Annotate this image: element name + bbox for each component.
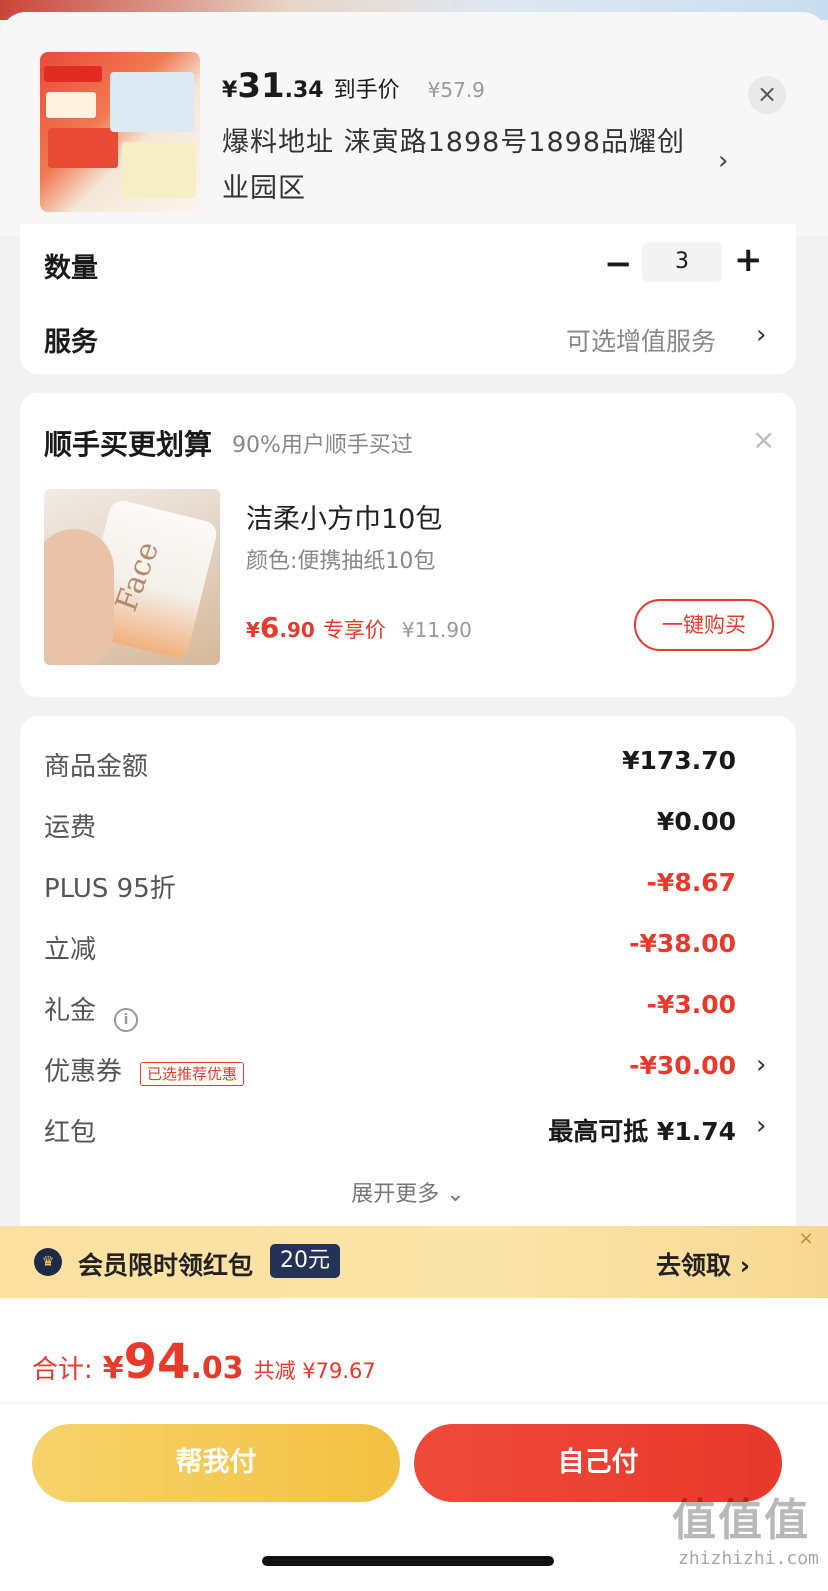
original-price: ¥57.9 — [427, 78, 485, 102]
banner-close-icon[interactable]: × — [792, 1228, 820, 1252]
addon-price-tag: 专享价 — [322, 618, 386, 642]
watermark-url: zhizhizhi.com — [678, 1548, 819, 1569]
banner-text: 会员限时领红包 — [78, 1251, 254, 1280]
addon-product-name[interactable]: 洁柔小方巾10包 — [246, 497, 442, 536]
crown-icon: ♛ — [34, 1248, 62, 1276]
coupon-recommended-badge: 已选推荐优惠 — [140, 1062, 245, 1086]
addon-subtitle: 90%用户顺手买过 — [232, 433, 413, 458]
addon-original-price: ¥11.90 — [401, 618, 472, 642]
addon-price: ¥ 6 .90 专享价 ¥11.90 — [246, 611, 472, 644]
divider — [0, 1402, 828, 1403]
gift-money-value: -¥3.00 — [646, 990, 736, 1019]
one-click-buy-button[interactable]: 一键购买 — [634, 599, 774, 651]
member-redpacket-banner[interactable]: ♛ 会员限时领红包 20元 去领取 › × — [0, 1226, 828, 1298]
coupon-chevron-icon[interactable]: › — [756, 1050, 766, 1080]
total-saving[interactable]: 共减 ¥79.67 — [254, 1355, 376, 1385]
quantity-service-card: 数量 − 3 + 服务 可选增值服务 › — [20, 224, 796, 374]
price-integer: 31 — [237, 66, 285, 106]
goods-amount-label: 商品金额 — [44, 752, 149, 782]
expand-more-button[interactable]: 展开更多 ⌄ — [20, 1176, 796, 1208]
delivery-address[interactable]: 爆料地址 涞寅路1898号1898品耀创业园区 — [222, 120, 702, 212]
checkout-footer: 合计: ¥ 94 .03 共减 ¥79.67 帮我付 自己付 值值值 zhizh… — [0, 1298, 828, 1591]
addon-card: 顺手买更划算 90%用户顺手买过 × Face 洁柔小方巾10包 颜色:便携抽纸… — [20, 393, 796, 697]
banner-amount-badge: 20元 — [270, 1244, 340, 1278]
addon-price-currency: ¥ — [246, 618, 260, 642]
plus-discount-label: PLUS 95折 — [44, 874, 176, 904]
help-me-pay-button[interactable]: 帮我付 — [32, 1424, 400, 1502]
quantity-input[interactable]: 3 — [642, 242, 722, 282]
addon-title: 顺手买更划算 — [44, 428, 213, 461]
instant-discount-value: -¥38.00 — [629, 929, 736, 958]
order-total: 合计: ¥ 94 .03 共减 ¥79.67 — [32, 1334, 376, 1390]
service-label: 服务 — [44, 327, 98, 358]
claim-button[interactable]: 去领取 › — [656, 1246, 750, 1282]
instant-discount-label: 立减 — [44, 935, 97, 965]
service-chevron-icon[interactable]: › — [756, 320, 766, 350]
total-label: 合计: — [32, 1355, 93, 1385]
shipping-label: 运费 — [44, 813, 97, 843]
quantity-plus-button[interactable]: + — [734, 240, 763, 280]
final-price: ¥ 31 .34 到手价 ¥57.9 — [222, 66, 485, 106]
home-indicator[interactable] — [262, 1556, 554, 1566]
close-icon[interactable]: × — [748, 76, 786, 114]
red-packet-chevron-icon[interactable]: › — [756, 1111, 766, 1141]
gift-money-label: 礼金 — [44, 996, 97, 1026]
product-header: ¥ 31 .34 到手价 ¥57.9 爆料地址 涞寅路1898号1898品耀创业… — [0, 12, 828, 236]
red-packet-label: 红包 — [44, 1118, 97, 1148]
price-currency: ¥ — [222, 78, 238, 103]
quantity-label: 数量 — [44, 253, 98, 284]
goods-amount-value: ¥173.70 — [622, 746, 736, 775]
price-label: 到手价 — [333, 78, 400, 103]
addon-close-icon[interactable]: × — [752, 423, 775, 456]
addon-price-decimal: .90 — [279, 618, 315, 642]
product-thumbnail[interactable] — [40, 52, 200, 212]
shipping-value: ¥0.00 — [656, 807, 736, 836]
total-integer: 94 — [123, 1334, 191, 1390]
coupon-label: 优惠券 — [44, 1057, 123, 1087]
coupon-value[interactable]: -¥30.00 — [629, 1051, 736, 1080]
quantity-minus-button[interactable]: − — [604, 244, 633, 284]
plus-discount-value: -¥8.67 — [646, 868, 736, 897]
total-decimal: .03 — [190, 1351, 244, 1386]
addon-product-image[interactable]: Face — [44, 489, 220, 665]
red-packet-value[interactable]: 最高可抵 ¥1.74 — [548, 1112, 736, 1148]
order-sheet: ¥ 31 .34 到手价 ¥57.9 爆料地址 涞寅路1898号1898品耀创业… — [0, 12, 828, 1591]
service-value[interactable]: 可选增值服务 — [566, 322, 716, 358]
addon-price-integer: 6 — [259, 611, 280, 644]
total-currency: ¥ — [102, 1351, 124, 1386]
watermark-logo: 值值值 — [672, 1495, 810, 1546]
address-chevron-icon[interactable]: › — [718, 146, 728, 176]
addon-product-spec: 颜色:便携抽纸10包 — [246, 549, 436, 574]
price-decimal: .34 — [284, 78, 324, 103]
info-icon[interactable]: i — [114, 1008, 138, 1032]
